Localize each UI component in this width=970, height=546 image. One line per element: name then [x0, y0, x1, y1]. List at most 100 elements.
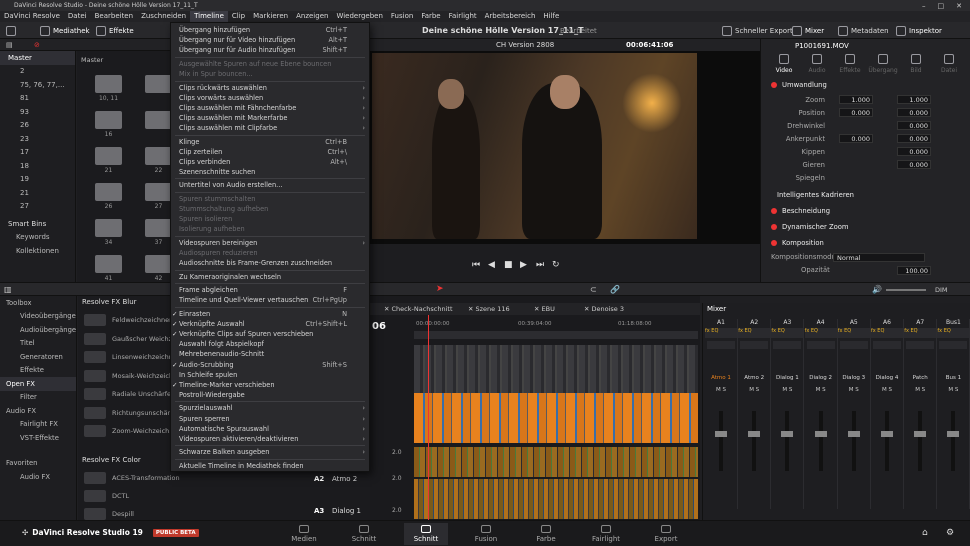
fx-tree-item[interactable]: Open FX [0, 377, 76, 391]
video-track-2[interactable] [414, 345, 698, 393]
bin-item[interactable]: 19 [0, 173, 75, 187]
inspector-value[interactable]: 1.000 [897, 95, 931, 104]
menu-item[interactable]: Clips verbinden Alt+\ [171, 157, 369, 167]
menu-13[interactable]: Hilfe [539, 11, 563, 22]
fader-knob[interactable] [881, 431, 893, 437]
minimize-icon[interactable]: – [922, 2, 926, 10]
fx-item[interactable]: Radiale Unschärfe [84, 386, 171, 402]
folder-item[interactable] [95, 183, 122, 201]
bin-item[interactable]: 21 [0, 186, 75, 200]
layout-button[interactable] [2, 24, 20, 37]
channel-name[interactable]: Dialog 4 [871, 375, 903, 381]
inspector-value[interactable]: 0.000 [897, 160, 931, 169]
menu-11[interactable]: Fairlight [445, 11, 481, 22]
audio-track-1[interactable] [414, 393, 698, 443]
folder-item[interactable] [95, 75, 122, 93]
menu-item[interactable]: Klinge Ctrl+B [171, 137, 369, 147]
menu-item[interactable]: Schwarze Balken ausgeben › [171, 447, 369, 457]
close-tab-icon[interactable]: ✕ [384, 305, 392, 313]
fx-tree-item[interactable]: Audioübergänge [0, 323, 76, 337]
mute-solo[interactable]: M S [705, 387, 737, 393]
smart-bin-item[interactable]: Kollektionen [0, 244, 75, 258]
fader-knob[interactable] [814, 431, 827, 437]
fx-item[interactable]: Mosaik-Weichzeich. [84, 368, 175, 384]
folder-item[interactable] [145, 147, 172, 165]
audio-track-2[interactable] [414, 447, 698, 477]
menu-item[interactable]: Szenenschnitte suchen [171, 167, 369, 177]
channel-fx-eq[interactable]: fx EQ [871, 328, 903, 338]
menu-9[interactable]: Fusion [387, 11, 417, 22]
mute-solo[interactable]: M S [871, 387, 903, 393]
view-toggle-icon[interactable]: ▤ [6, 41, 13, 49]
close-tab-icon[interactable]: ✕ [468, 305, 476, 313]
close-tab-icon[interactable]: ✕ [584, 305, 592, 313]
channel-name[interactable]: Bus 1 [937, 375, 969, 381]
menu-8[interactable]: Wiedergeben [332, 11, 386, 22]
timeline-content[interactable]: 06 00:00:00:00 00:39:04:00 01:18:08:00 2.0 [370, 315, 700, 520]
menu-item[interactable]: Aktuelle Timeline in Mediathek finden [171, 461, 369, 471]
menu-10[interactable]: Farbe [417, 11, 444, 22]
channel-fx-eq[interactable]: fx EQ [904, 328, 937, 338]
page-tab[interactable]: Farbe [524, 523, 568, 545]
volume-slider[interactable] [886, 289, 926, 291]
enable-dot[interactable] [771, 82, 777, 88]
bin-item[interactable]: 75, 76, 77,... [0, 78, 75, 92]
fx-tree-item[interactable]: Audio FX [0, 470, 76, 484]
smart-bin-item[interactable]: Keywords [0, 231, 75, 245]
channel-name[interactable]: Atmo 1 [705, 375, 737, 381]
fader-knob[interactable] [715, 431, 727, 437]
folder-item[interactable] [145, 183, 172, 201]
snapping-icon[interactable]: ⊂ [590, 285, 597, 294]
menu-item[interactable]: Spuren sperren › [171, 414, 369, 424]
bin-item[interactable]: 93 [0, 105, 75, 119]
menu-4[interactable]: Timeline [190, 11, 228, 22]
inspector-tab[interactable]: Übergang [868, 54, 898, 74]
menu-3[interactable]: Zuschneiden [137, 11, 190, 22]
folder-item[interactable] [145, 219, 172, 237]
folder-item[interactable] [145, 255, 172, 273]
fx-tree-item[interactable]: Favoriten [0, 457, 76, 471]
channel-name[interactable]: Dialog 1 [771, 375, 803, 381]
menu-item[interactable]: Postroll-Wiedergabe [171, 390, 369, 400]
menu-item[interactable]: Übergang nur für Audio hinzufügen Shift+T [171, 45, 369, 55]
fx-item[interactable]: DCTL [84, 488, 129, 504]
timeline-tab[interactable]: ✕ Denoise 3 [584, 305, 624, 313]
menu-item[interactable]: Zu Kameraoriginalen wechseln [171, 272, 369, 282]
channel-fader[interactable] [847, 411, 860, 471]
step-back-icon[interactable]: ◀ [488, 260, 495, 270]
channel-fx-eq[interactable]: fx EQ [937, 328, 970, 338]
channel-fader[interactable] [814, 411, 827, 471]
audio-track-3[interactable] [414, 479, 698, 519]
inspector-tab[interactable]: Datei [934, 54, 964, 74]
channel-name[interactable]: Dialog 2 [805, 375, 837, 381]
timeline-tab[interactable]: ✕ Check-Nachschnitt [384, 305, 453, 313]
enable-dot[interactable] [771, 224, 777, 230]
menu-item[interactable]: Clips auswählen mit Markerfarbe › [171, 113, 369, 123]
mute-solo[interactable]: M S [904, 387, 936, 393]
fx-tree-item[interactable]: Audio FX [0, 404, 76, 418]
home-icon[interactable]: ⌂ [922, 528, 928, 538]
page-tab[interactable]: Medien [282, 523, 326, 545]
folder-item[interactable] [145, 75, 172, 93]
mixer-button[interactable]: Mixer [788, 24, 828, 37]
inspector-button[interactable]: Inspektor [892, 24, 946, 37]
mute-solo[interactable]: M S [771, 387, 803, 393]
page-tab[interactable]: Fusion [464, 523, 508, 545]
menu-item[interactable]: Automatische Spurauswahl › [171, 424, 369, 434]
bin-item[interactable]: 81 [0, 92, 75, 106]
maximize-icon[interactable]: □ [938, 2, 945, 10]
bin-item[interactable]: 27 [0, 200, 75, 214]
menu-5[interactable]: Clip [228, 11, 249, 22]
selection-tool-icon[interactable]: ➤ [436, 284, 444, 294]
menu-item[interactable]: Videospuren aktivieren/deaktivieren › [171, 434, 369, 444]
inspector-tab[interactable]: Effekte [835, 54, 865, 74]
bin-item[interactable]: 26 [0, 119, 75, 133]
menu-item[interactable]: Auswahl folgt Abspielkopf [171, 339, 369, 349]
menu-item[interactable]: Clips rückwärts auswählen › [171, 83, 369, 93]
menu-item[interactable]: Clips auswählen mit Fähnchenfarbe › [171, 103, 369, 113]
inspector-tab[interactable]: Bild [901, 54, 931, 74]
menu-0[interactable]: DaVinci Resolve [0, 11, 64, 22]
settings-gear-icon[interactable]: ⚙ [946, 528, 954, 538]
fx-tree-item[interactable]: Videoübergänge [0, 310, 76, 324]
channel-fader[interactable] [715, 411, 727, 471]
